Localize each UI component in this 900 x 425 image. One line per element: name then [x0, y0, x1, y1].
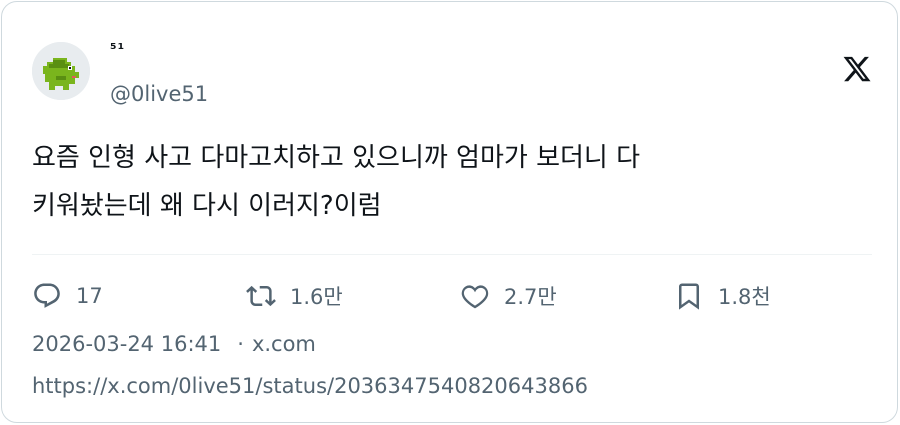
- green-creature-avatar-icon: [32, 42, 90, 100]
- bookmark-button[interactable]: 1.8천: [674, 278, 771, 314]
- divider: [32, 254, 872, 255]
- reply-count: 17: [76, 284, 103, 308]
- tweet-text-line: 키워놨는데 왜 다시 이러지?이럼: [32, 191, 382, 221]
- user-handle[interactable]: @0live51: [110, 82, 208, 106]
- like-button[interactable]: 2.7만: [460, 278, 557, 314]
- reply-button[interactable]: 17: [32, 278, 103, 314]
- x-logo-icon[interactable]: [842, 54, 872, 84]
- display-name[interactable]: ⁵¹: [110, 40, 125, 58]
- retweet-count: 1.6만: [290, 285, 343, 309]
- bookmark-icon: [679, 283, 699, 310]
- like-count: 2.7만: [504, 285, 557, 309]
- meta-separator: ·: [237, 332, 244, 356]
- timestamp[interactable]: 2026-03-24 16:41: [32, 332, 221, 356]
- heart-icon: [461, 285, 489, 309]
- retweet-icon: [246, 285, 276, 307]
- tweet-url[interactable]: https://x.com/0live51/status/20363475408…: [32, 374, 588, 398]
- retweet-button[interactable]: 1.6만: [246, 278, 343, 314]
- source-link[interactable]: x.com: [252, 332, 316, 356]
- tweet-text-line: 요즘 인형 사고 다마고치하고 있으니까 엄마가 보더니 다: [32, 143, 641, 173]
- avatar[interactable]: [32, 42, 90, 100]
- tweet-text: 요즘 인형 사고 다마고치하고 있으니까 엄마가 보더니 다 키워놨는데 왜 다…: [32, 134, 872, 230]
- tweet-card: ⁵¹ @0live51 요즘 인형 사고 다마고치하고 있으니까 엄마가 보더니…: [1, 1, 898, 423]
- bookmark-count: 1.8천: [718, 285, 771, 309]
- speech-bubble-icon: [34, 283, 60, 308]
- tweet-meta: 2026-03-24 16:41 · x.com: [32, 332, 316, 356]
